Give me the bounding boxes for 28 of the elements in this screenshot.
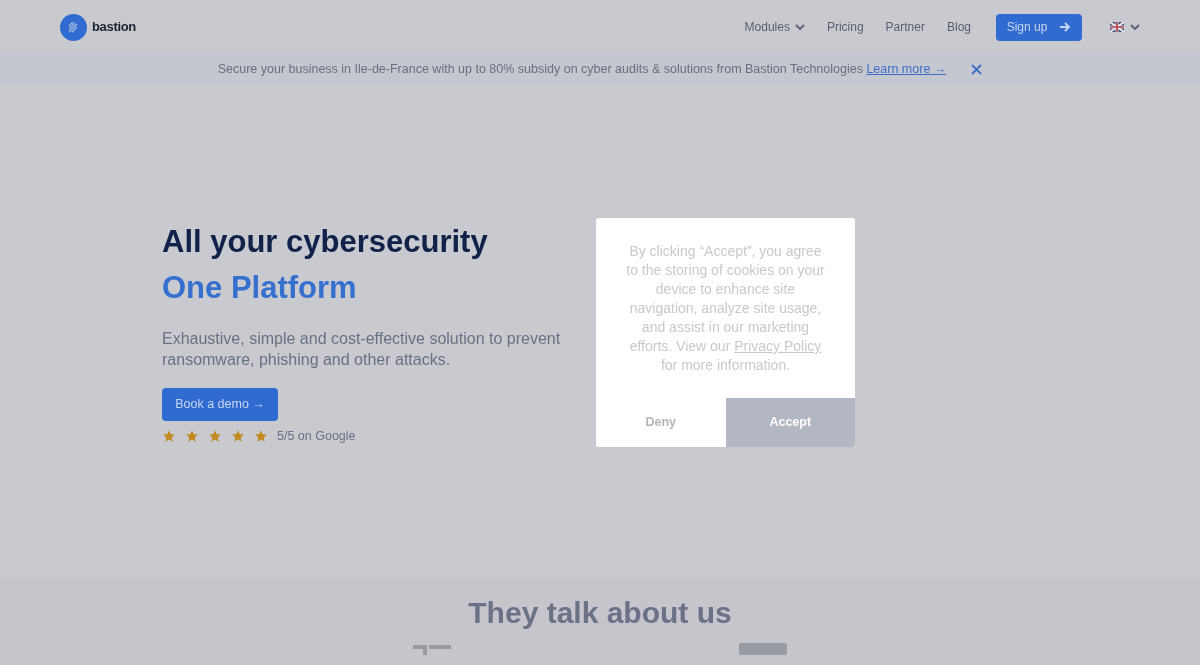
logo-icon (60, 13, 87, 41)
accept-button[interactable]: Accept (725, 398, 855, 447)
star-icon (208, 429, 222, 444)
star-icon (185, 429, 199, 444)
press-title: They talk about us (468, 595, 732, 631)
hero-description: Exhaustive, simple and cost-effective solution to prevent ransomware, phishing and other attacks. (162, 329, 562, 370)
language-selector[interactable] (1110, 22, 1140, 32)
hero-title: All your cybersecurity (162, 223, 488, 261)
arrow-right-icon (1059, 22, 1072, 32)
nav-link[interactable]: Modules (744, 18, 805, 36)
star-icon (254, 429, 268, 444)
nav-link[interactable]: Pricing (826, 18, 864, 36)
chevron-down-icon (1130, 23, 1140, 31)
banner-text: Secure your business in Ile-de-France with up to 80% subsidy on cyber audits & solutions from Bastion Technologies Learn more → (217, 60, 947, 78)
star-icon (162, 429, 176, 444)
learn-more-link[interactable]: Learn more → (866, 61, 947, 76)
brand-name: bastion (92, 18, 136, 37)
nav-link[interactable]: Partner (885, 18, 925, 36)
hero-subtitle: One Platform (162, 269, 357, 307)
book-demo-button[interactable]: Book a demo → (162, 388, 278, 421)
signup-button[interactable]: Sign up (996, 13, 1082, 41)
star-icon (231, 429, 245, 444)
nav-link[interactable]: Blog (946, 18, 971, 36)
chevron-down-icon (794, 23, 805, 31)
rating-text: 5/5 on Google (277, 428, 356, 445)
flag-icon (1110, 22, 1124, 32)
close-icon (971, 63, 983, 75)
close-button[interactable] (971, 63, 983, 75)
